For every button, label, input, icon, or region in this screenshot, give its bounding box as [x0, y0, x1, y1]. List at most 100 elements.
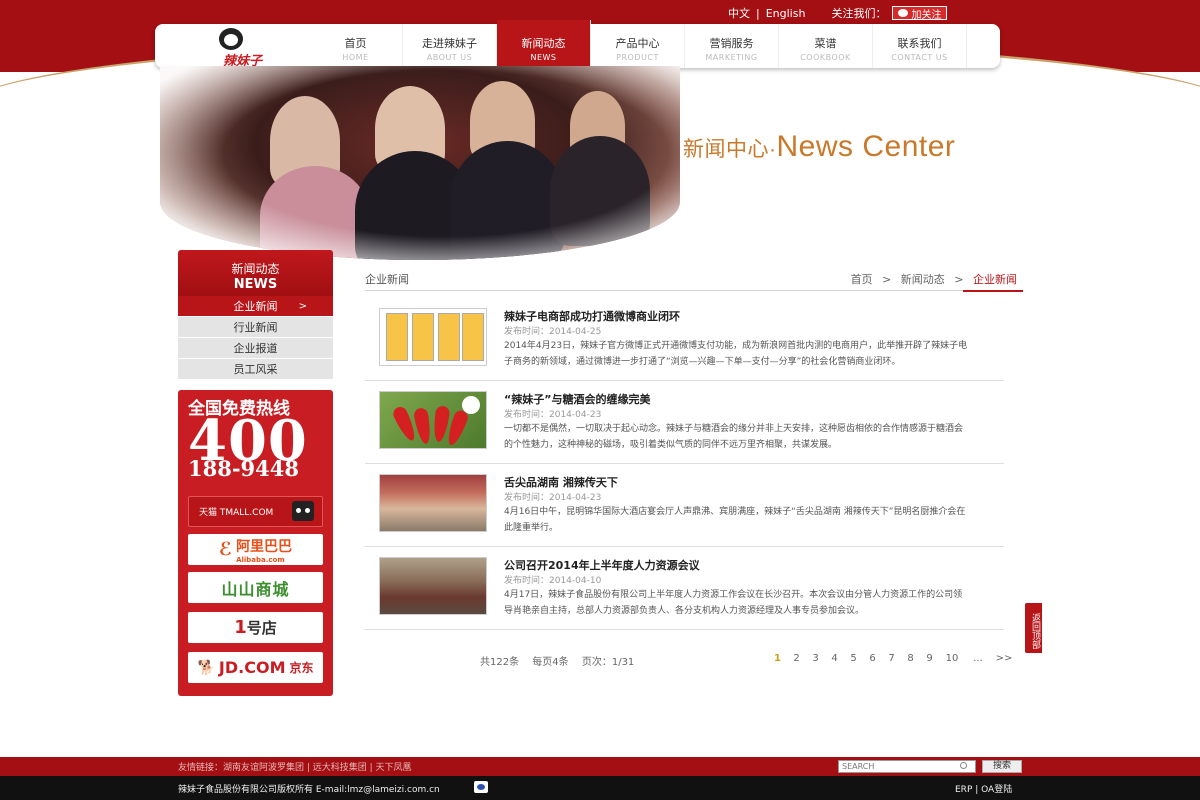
- sidebar-item[interactable]: 企业报道: [178, 338, 333, 359]
- news-title[interactable]: 公司召开2014年上半年度人力资源会议: [504, 557, 700, 573]
- breadcrumb-separator: >: [954, 273, 964, 286]
- news-thumbnail[interactable]: [379, 474, 487, 532]
- news-item: “辣妹子”与糖酒会的缠缘完美 发布时间：2014-04-23 一切都不是偶然，一…: [365, 381, 1004, 464]
- search-icon[interactable]: [960, 762, 967, 769]
- news-thumbnail[interactable]: [379, 557, 487, 615]
- breadcrumb-home[interactable]: 首页: [851, 273, 873, 286]
- nav-item-label-cn: 营销服务: [709, 37, 754, 50]
- chevron-right-icon: >: [298, 301, 307, 312]
- sidebar-item-label: 员工风采: [233, 363, 278, 376]
- footer-links-bar: 友情链接：湖南友谊阿波罗集团 | 远大科技集团 | 天下凤凰 搜索: [0, 757, 1200, 776]
- tmall-label: 天猫 TMALL.COM: [199, 508, 274, 518]
- sidebar-item-label: 企业报道: [233, 342, 278, 355]
- news-thumbnail[interactable]: [379, 308, 487, 366]
- shanshan-label: 山山商城: [221, 579, 290, 599]
- breadcrumb-news[interactable]: 新闻动态: [901, 273, 945, 286]
- pagination-page[interactable]: 2: [787, 653, 806, 664]
- news-title[interactable]: “辣妹子”与糖酒会的缠缘完美: [504, 391, 650, 407]
- sidebar-heading-en: NEWS: [233, 277, 278, 292]
- erp-oa-login[interactable]: ERP | OA登陆: [955, 782, 1012, 795]
- sidebar-heading: 新闻动态 NEWS: [178, 250, 333, 296]
- nav-item-label-cn: 产品中心: [615, 37, 660, 50]
- news-title[interactable]: 舌尖品湖南 湘辣传天下: [504, 474, 618, 490]
- weibo-follow-label: 加关注: [911, 9, 942, 21]
- weibo-icon: [898, 9, 909, 17]
- jd-label: JD.COM: [218, 658, 286, 677]
- pagination-page[interactable]: 7: [882, 653, 901, 664]
- news-summary: 4月16日中午，昆明锦华国际大酒店宴会厅人声鼎沸、宾朋满座，辣妹子“舌尖品湖南 …: [504, 507, 966, 533]
- tmall-cat-icon: [292, 501, 314, 521]
- news-date: 发布时间：2014-04-10: [504, 576, 602, 586]
- pagination-page[interactable]: 9: [920, 653, 939, 664]
- content-header: 企业新闻 首页 > 新闻动态 > 企业新闻: [365, 271, 1023, 292]
- pagination-page-info: 页次：1/31: [581, 657, 635, 668]
- friend-links[interactable]: 友情链接：湖南友谊阿波罗集团 | 远大科技集团 | 天下凤凰: [178, 760, 412, 773]
- news-date: 发布时间：2014-04-25: [504, 327, 602, 337]
- pagination-page[interactable]: 5: [844, 653, 863, 664]
- yhd-one: 1: [234, 617, 247, 638]
- nav-item-about-us[interactable]: 走进辣妹子 ABOUT US: [403, 24, 497, 68]
- news-date: 发布时间：2014-04-23: [504, 493, 602, 503]
- pagination-total: 共122条: [480, 657, 520, 668]
- nav-item-home[interactable]: 首页 HOME: [309, 24, 403, 68]
- paw-icon[interactable]: [474, 781, 488, 793]
- footer-search-button[interactable]: 搜索: [982, 760, 1022, 773]
- sidebar-item-label: 企业新闻: [233, 300, 278, 313]
- pagination-next[interactable]: >>: [991, 653, 1017, 664]
- shanshan-link[interactable]: 山山商城: [188, 572, 323, 603]
- pagination-page[interactable]: 1: [768, 653, 787, 664]
- nav-item-marketing[interactable]: 营销服务 MARKETING: [685, 24, 779, 68]
- jd-link[interactable]: 🐕 JD.COM 京东: [188, 652, 323, 683]
- news-summary: 4月17日，辣妹子食品股份有限公司上半年度人力资源工作会议在长沙召开。本次会议由…: [504, 590, 963, 616]
- lang-en-link[interactable]: English: [766, 7, 806, 20]
- sidebar-item[interactable]: 行业新闻: [178, 317, 333, 338]
- banner-title-en: News Center: [776, 130, 956, 163]
- main-nav: 首页 HOME 走进辣妹子 ABOUT US 新闻动态 NEWS 产品中心 PRODUCT 营销…: [309, 20, 967, 68]
- alibaba-cn: 阿里巴巴: [236, 538, 293, 555]
- banner-title-cn: 新闻中心·: [683, 138, 777, 161]
- news-item: 公司召开2014年上半年度人力资源会议 发布时间：2014-04-10 4月17…: [365, 547, 1004, 630]
- news-summary: 2014年4月23日，辣妹子官方微博正式开通微博支付功能，成为新浪网首批内测的电…: [504, 341, 968, 367]
- nav-item-label-cn: 菜谱: [814, 37, 837, 50]
- yhd-link[interactable]: 1 号店: [188, 612, 323, 643]
- lang-separator: |: [756, 6, 760, 20]
- footer-search-input[interactable]: [838, 760, 976, 773]
- copyright-text: 辣妹子食品股份有限公司版权所有 E-mail:lmz@lameizi.com.c…: [178, 785, 440, 795]
- pagination-links: 1 2 3 4 5 6 7 8 9 10... >>: [768, 653, 1017, 664]
- breadcrumb: 首页 > 新闻动态 > 企业新闻: [851, 271, 1017, 287]
- nav-item-label-cn: 首页: [344, 37, 367, 50]
- page: 中文 | English 关注我们： 加关注 辣妹子 首页 HOME 走进辣妹子 AB…: [0, 0, 1200, 800]
- tmall-link[interactable]: 天猫 TMALL.COM: [188, 496, 323, 527]
- sidebar-item[interactable]: 员工风采: [178, 359, 333, 380]
- alibaba-link[interactable]: ℰ 阿里巴巴 Alibaba.com: [188, 534, 323, 565]
- alibaba-icon: ℰ: [218, 539, 233, 560]
- pagination-page[interactable]: 6: [863, 653, 882, 664]
- news-item: 舌尖品湖南 湘辣传天下 发布时间：2014-04-23 4月16日中午，昆明锦华…: [365, 464, 1004, 547]
- banner-title: 新闻中心·News Center: [683, 130, 955, 164]
- nav-item-product[interactable]: 产品中心 PRODUCT: [591, 24, 685, 68]
- nav-item-contact-us[interactable]: 联系我们 CONTACT US: [873, 24, 967, 68]
- sidebar-item[interactable]: 企业新闻 >: [178, 296, 333, 317]
- pagination: 共122条 每页4条 页次：1/31 1 2 3 4 5 6 7 8 9 10... >>: [480, 653, 1012, 668]
- brand-logo[interactable]: 辣妹子: [185, 28, 275, 69]
- lang-cn-link[interactable]: 中文: [728, 5, 750, 21]
- pagination-page[interactable]: 8: [901, 653, 920, 664]
- news-title[interactable]: 辣妹子电商部成功打通微博商业闭环: [504, 308, 680, 324]
- news-item: 辣妹子电商部成功打通微博商业闭环 发布时间：2014-04-25 2014年4月…: [365, 298, 1004, 381]
- jd-dog-icon: 🐕: [197, 659, 215, 676]
- weibo-follow-button[interactable]: 加关注: [892, 6, 948, 21]
- nav-item-cookbook[interactable]: 菜谱 COOKBOOK: [779, 24, 873, 68]
- pagination-page[interactable]: 10: [939, 653, 965, 664]
- pagination-page[interactable]: 4: [825, 653, 844, 664]
- banner-image: [160, 66, 680, 260]
- nav-item-label-en: PRODUCT: [616, 53, 659, 62]
- back-to-top-tab[interactable]: 返回顶部: [1025, 603, 1042, 653]
- breadcrumb-current: 企业新闻: [973, 273, 1017, 286]
- news-thumbnail[interactable]: [379, 391, 487, 449]
- nav-item-label-en: COOKBOOK: [800, 53, 851, 62]
- pagination-page[interactable]: 3: [806, 653, 825, 664]
- nav-item-label-en: HOME: [342, 53, 369, 62]
- nav-item-label-en: MARKETING: [705, 53, 758, 62]
- follow-label: 关注我们：: [831, 7, 887, 20]
- nav-item-news[interactable]: 新闻动态 NEWS: [497, 20, 591, 68]
